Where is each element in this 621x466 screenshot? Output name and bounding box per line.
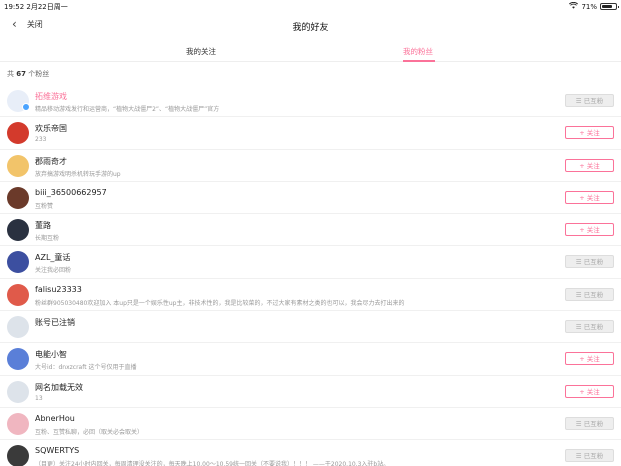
status-bar: 19:52 2月22日周一 71%	[0, 0, 621, 12]
avatar-image	[7, 316, 29, 339]
status-time-date: 19:52 2月22日周一	[4, 3, 68, 11]
follow-button[interactable]: + 关注	[565, 223, 614, 237]
avatar-image	[7, 412, 29, 435]
fan-name[interactable]: 欢乐帝国	[35, 123, 67, 134]
avatar[interactable]	[7, 283, 29, 306]
follow-button[interactable]: + 关注	[565, 126, 614, 140]
fan-description: （目更）关注24小时内回关，每周清理没关注的，每天晚上10.00～10.59统一…	[35, 461, 390, 466]
fan-description: 大号id：dnxzcraft 这个号仅用于直播	[35, 364, 137, 372]
fan-row[interactable]: falisu23333 粉丝群905030480欢迎加入 本up只是一个娱乐性up…	[0, 279, 621, 312]
fan-row[interactable]: 董路长期互粉 + 关注	[0, 214, 621, 247]
fan-name[interactable]: SQWERTYS	[35, 446, 79, 455]
fan-row[interactable]: 郡雨奇才放弃搞游戏明杀机转玩手游的up + 关注	[0, 150, 621, 182]
follow-button[interactable]: + 关注	[565, 190, 614, 204]
fans-count: 共 67 个粉丝	[7, 69, 49, 79]
avatar[interactable]	[7, 154, 29, 177]
fan-row[interactable]: 电能小智大号id：dnxzcraft 这个号仅用于直播 + 关注	[0, 343, 621, 376]
mutual-follow-button[interactable]: ☰ 已互粉	[565, 416, 614, 430]
avatar-image	[7, 219, 29, 242]
tab-following[interactable]: 我的关注	[186, 46, 216, 57]
avatar[interactable]	[7, 219, 29, 242]
fan-row[interactable]: 网名加载无效 13 + 关注	[0, 376, 621, 408]
fan-description: 粉丝群905030480欢迎加入 本up只是一个娱乐性up主，非技术性的，我是比…	[35, 299, 405, 307]
count-prefix: 共	[7, 70, 14, 78]
fan-list: 拓维游戏精品移动游戏发行和运营商，“植物大战僵尸2”、“植物大战僵尸”官方 ☰ 已…	[0, 85, 621, 466]
fan-name[interactable]: 郡雨奇才	[35, 156, 67, 167]
fan-row[interactable]: SQWERTYS （目更）关注24小时内回关，每周清理没关注的，每天晚上10.00…	[0, 440, 621, 466]
count-suffix: 个粉丝	[28, 70, 50, 78]
avatar[interactable]	[7, 122, 29, 145]
fan-row[interactable]: biii_36500662957 互粉赞 + 关注	[0, 182, 621, 215]
fan-row[interactable]: AbnerHou 互粉、互赞私聊，必回（取关必会取关） ☰ 已互粉	[0, 408, 621, 441]
count-number: 67	[16, 70, 26, 78]
mutual-follow-button[interactable]: ☰ 已互粉	[565, 94, 614, 107]
avatar[interactable]	[7, 445, 29, 466]
fan-description: 233	[35, 136, 47, 144]
avatar-image	[7, 186, 29, 209]
fan-name[interactable]: 账号已注销	[35, 317, 75, 328]
avatar-image	[7, 251, 29, 274]
fan-description: 关注我必回粉	[35, 267, 72, 275]
fan-description: 互粉、互赞私聊，必回（取关必会取关）	[35, 428, 144, 436]
mutual-follow-button[interactable]: ☰ 已互粉	[565, 449, 614, 463]
fan-name[interactable]: AZL_童话	[35, 252, 70, 263]
fan-description: 互粉赞	[35, 202, 54, 210]
fan-row[interactable]: 账号已注销 ☰ 已互粉	[0, 311, 621, 344]
wifi-icon	[569, 1, 579, 11]
active-tab-indicator	[403, 60, 435, 62]
avatar[interactable]	[7, 186, 29, 209]
avatar-image	[7, 122, 29, 145]
follow-button[interactable]: + 关注	[565, 352, 614, 366]
fan-description: 精品移动游戏发行和运营商，“植物大战僵尸2”、“植物大战僵尸”官方	[35, 106, 220, 113]
fan-name[interactable]: 拓维游戏	[35, 91, 67, 102]
nav-bar: ‹ 关闭 我的好友	[0, 12, 621, 38]
mutual-follow-button[interactable]: ☰ 已互粉	[565, 287, 614, 301]
avatar-image	[7, 154, 29, 177]
battery-percent: 71%	[581, 2, 597, 11]
tab-fans[interactable]: 我的粉丝	[403, 46, 433, 57]
avatar[interactable]	[7, 348, 29, 371]
fan-row[interactable]: 欢乐帝国 233 + 关注	[0, 117, 621, 150]
avatar-image	[7, 283, 29, 306]
page-title: 我的好友	[292, 23, 329, 33]
fan-description: 13	[35, 394, 43, 402]
avatar[interactable]	[7, 412, 29, 435]
fan-description: 放弃搞游戏明杀机转玩手游的up	[35, 170, 121, 178]
fan-row[interactable]: 拓维游戏精品移动游戏发行和运营商，“植物大战僵尸2”、“植物大战僵尸”官方 ☰ 已…	[0, 85, 621, 118]
avatar[interactable]	[7, 316, 29, 339]
mutual-follow-button[interactable]: ☰ 已互粉	[565, 320, 614, 334]
avatar[interactable]	[7, 251, 29, 274]
follow-button[interactable]: + 关注	[565, 384, 614, 398]
fan-row[interactable]: AZL_童话 关注我必回粉 ☰ 已互粉	[0, 246, 621, 279]
fan-name[interactable]: AbnerHou	[35, 414, 75, 423]
avatar[interactable]	[7, 380, 29, 403]
follow-button[interactable]: + 关注	[565, 158, 614, 172]
status-right: 71%	[569, 1, 619, 11]
avatar-image	[7, 380, 29, 403]
avatar-image	[7, 445, 29, 466]
mutual-follow-button[interactable]: ☰ 已互粉	[565, 255, 614, 269]
fan-name[interactable]: falisu23333	[35, 285, 82, 294]
fan-name[interactable]: 电能小智	[35, 349, 67, 360]
battery-icon	[600, 3, 619, 10]
fan-description: 长期互粉	[35, 235, 60, 243]
fan-name[interactable]: biii_36500662957	[35, 188, 107, 197]
tab-bar: 我的关注 我的粉丝	[0, 40, 621, 62]
avatar-image	[7, 348, 29, 371]
verified-badge-icon	[22, 103, 30, 111]
fan-name[interactable]: 董路	[35, 220, 51, 231]
fan-name[interactable]: 网名加载无效	[35, 382, 83, 393]
